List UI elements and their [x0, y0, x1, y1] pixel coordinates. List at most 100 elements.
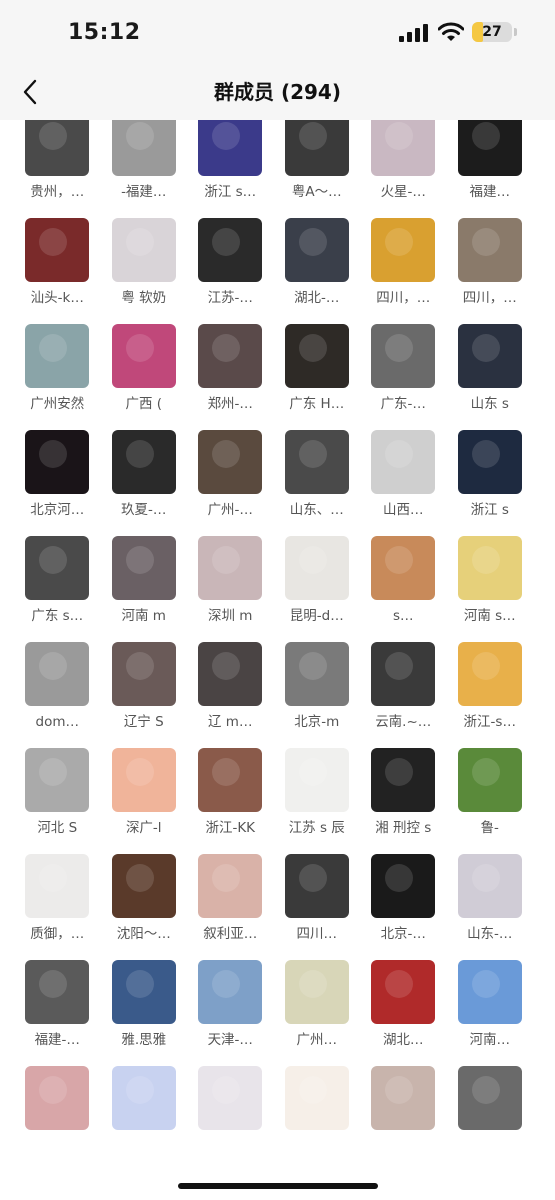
member-item[interactable]: 广东-…: [360, 324, 447, 414]
member-avatar[interactable]: [457, 854, 522, 918]
member-item[interactable]: 广州-…: [187, 430, 274, 520]
member-item[interactable]: 四川，…: [360, 218, 447, 308]
member-item[interactable]: 粤 软奶: [101, 218, 188, 308]
member-avatar[interactable]: [198, 854, 263, 918]
member-item[interactable]: 火星-…: [360, 120, 447, 202]
member-item[interactable]: s…: [360, 536, 447, 626]
member-item[interactable]: 汕头-k…: [14, 218, 101, 308]
member-item[interactable]: [187, 1066, 274, 1156]
member-item[interactable]: 河南 s…: [447, 536, 534, 626]
member-item[interactable]: 广东 H…: [274, 324, 361, 414]
member-avatar[interactable]: [111, 854, 176, 918]
member-item[interactable]: 贵州，…: [14, 120, 101, 202]
member-avatar[interactable]: [284, 1066, 349, 1130]
member-avatar[interactable]: [371, 430, 436, 494]
member-item[interactable]: 四川，…: [447, 218, 534, 308]
member-item[interactable]: 广东 s…: [14, 536, 101, 626]
member-item[interactable]: 山东-…: [447, 854, 534, 944]
member-avatar[interactable]: [198, 120, 263, 176]
member-item[interactable]: 广西 (: [101, 324, 188, 414]
home-indicator[interactable]: [178, 1183, 378, 1189]
member-item[interactable]: 福建-…: [14, 960, 101, 1050]
member-item[interactable]: 湖北-…: [274, 218, 361, 308]
member-avatar[interactable]: [111, 536, 176, 600]
member-item[interactable]: 福建…: [447, 120, 534, 202]
member-item[interactable]: 山东 s: [447, 324, 534, 414]
member-grid-scroll[interactable]: 贵州，… -福建… 浙江 s… 粤A～… 火星-… 福建… 汕头-k… 粤 软奶 江苏-… 湖北-…: [0, 120, 555, 1200]
member-item[interactable]: 河南 m: [101, 536, 188, 626]
member-avatar[interactable]: [457, 218, 522, 282]
member-avatar[interactable]: [198, 1066, 263, 1130]
member-item[interactable]: 广州安然: [14, 324, 101, 414]
member-item[interactable]: 湘 刑控 s: [360, 748, 447, 838]
member-item[interactable]: 粤A～…: [274, 120, 361, 202]
member-item[interactable]: 北京河…: [14, 430, 101, 520]
member-item[interactable]: 浙江 s…: [187, 120, 274, 202]
member-item[interactable]: 叙利亚…: [187, 854, 274, 944]
member-avatar[interactable]: [25, 430, 90, 494]
member-item[interactable]: 浙江 s: [447, 430, 534, 520]
member-item[interactable]: 辽宁 S: [101, 642, 188, 732]
member-avatar[interactable]: [457, 430, 522, 494]
member-avatar[interactable]: [198, 430, 263, 494]
member-avatar[interactable]: [25, 642, 90, 706]
member-avatar[interactable]: [457, 642, 522, 706]
member-item[interactable]: 云南.~…: [360, 642, 447, 732]
member-avatar[interactable]: [371, 218, 436, 282]
member-avatar[interactable]: [284, 748, 349, 812]
member-avatar[interactable]: [198, 218, 263, 282]
member-item[interactable]: 郑州-…: [187, 324, 274, 414]
member-avatar[interactable]: [198, 748, 263, 812]
member-item[interactable]: 雅.思雅: [101, 960, 188, 1050]
member-avatar[interactable]: [284, 960, 349, 1024]
member-avatar[interactable]: [371, 324, 436, 388]
member-avatar[interactable]: [111, 642, 176, 706]
member-avatar[interactable]: [25, 854, 90, 918]
member-avatar[interactable]: [284, 120, 349, 176]
member-avatar[interactable]: [284, 324, 349, 388]
member-item[interactable]: [101, 1066, 188, 1156]
member-avatar[interactable]: [284, 536, 349, 600]
member-item[interactable]: 江苏-…: [187, 218, 274, 308]
member-avatar[interactable]: [111, 430, 176, 494]
member-item[interactable]: 山西…: [360, 430, 447, 520]
member-avatar[interactable]: [25, 324, 90, 388]
member-item[interactable]: 辽 m…: [187, 642, 274, 732]
member-item[interactable]: 河南…: [447, 960, 534, 1050]
member-avatar[interactable]: [457, 536, 522, 600]
member-item[interactable]: 深圳 m: [187, 536, 274, 626]
member-avatar[interactable]: [198, 536, 263, 600]
member-item[interactable]: 浙江-s…: [447, 642, 534, 732]
member-avatar[interactable]: [111, 120, 176, 176]
member-item[interactable]: 山东、…: [274, 430, 361, 520]
member-item[interactable]: [447, 1066, 534, 1156]
member-avatar[interactable]: [111, 218, 176, 282]
member-avatar[interactable]: [284, 430, 349, 494]
member-avatar[interactable]: [111, 960, 176, 1024]
member-item[interactable]: 北京-…: [360, 854, 447, 944]
member-avatar[interactable]: [371, 748, 436, 812]
member-avatar[interactable]: [371, 536, 436, 600]
member-avatar[interactable]: [25, 120, 90, 176]
member-item[interactable]: 河北 S: [14, 748, 101, 838]
member-avatar[interactable]: [284, 642, 349, 706]
member-avatar[interactable]: [198, 642, 263, 706]
member-avatar[interactable]: [371, 854, 436, 918]
member-item[interactable]: [360, 1066, 447, 1156]
member-avatar[interactable]: [457, 120, 522, 176]
member-item[interactable]: 四川…: [274, 854, 361, 944]
member-item[interactable]: [274, 1066, 361, 1156]
member-item[interactable]: dom…: [14, 642, 101, 732]
member-item[interactable]: 质御，…: [14, 854, 101, 944]
member-avatar[interactable]: [457, 1066, 522, 1130]
member-item[interactable]: 深广-l: [101, 748, 188, 838]
member-item[interactable]: 天津-…: [187, 960, 274, 1050]
member-avatar[interactable]: [457, 324, 522, 388]
member-item[interactable]: 玖夏-…: [101, 430, 188, 520]
member-avatar[interactable]: [371, 120, 436, 176]
member-avatar[interactable]: [371, 1066, 436, 1130]
member-avatar[interactable]: [111, 748, 176, 812]
member-avatar[interactable]: [111, 1066, 176, 1130]
member-avatar[interactable]: [198, 960, 263, 1024]
member-avatar[interactable]: [371, 960, 436, 1024]
